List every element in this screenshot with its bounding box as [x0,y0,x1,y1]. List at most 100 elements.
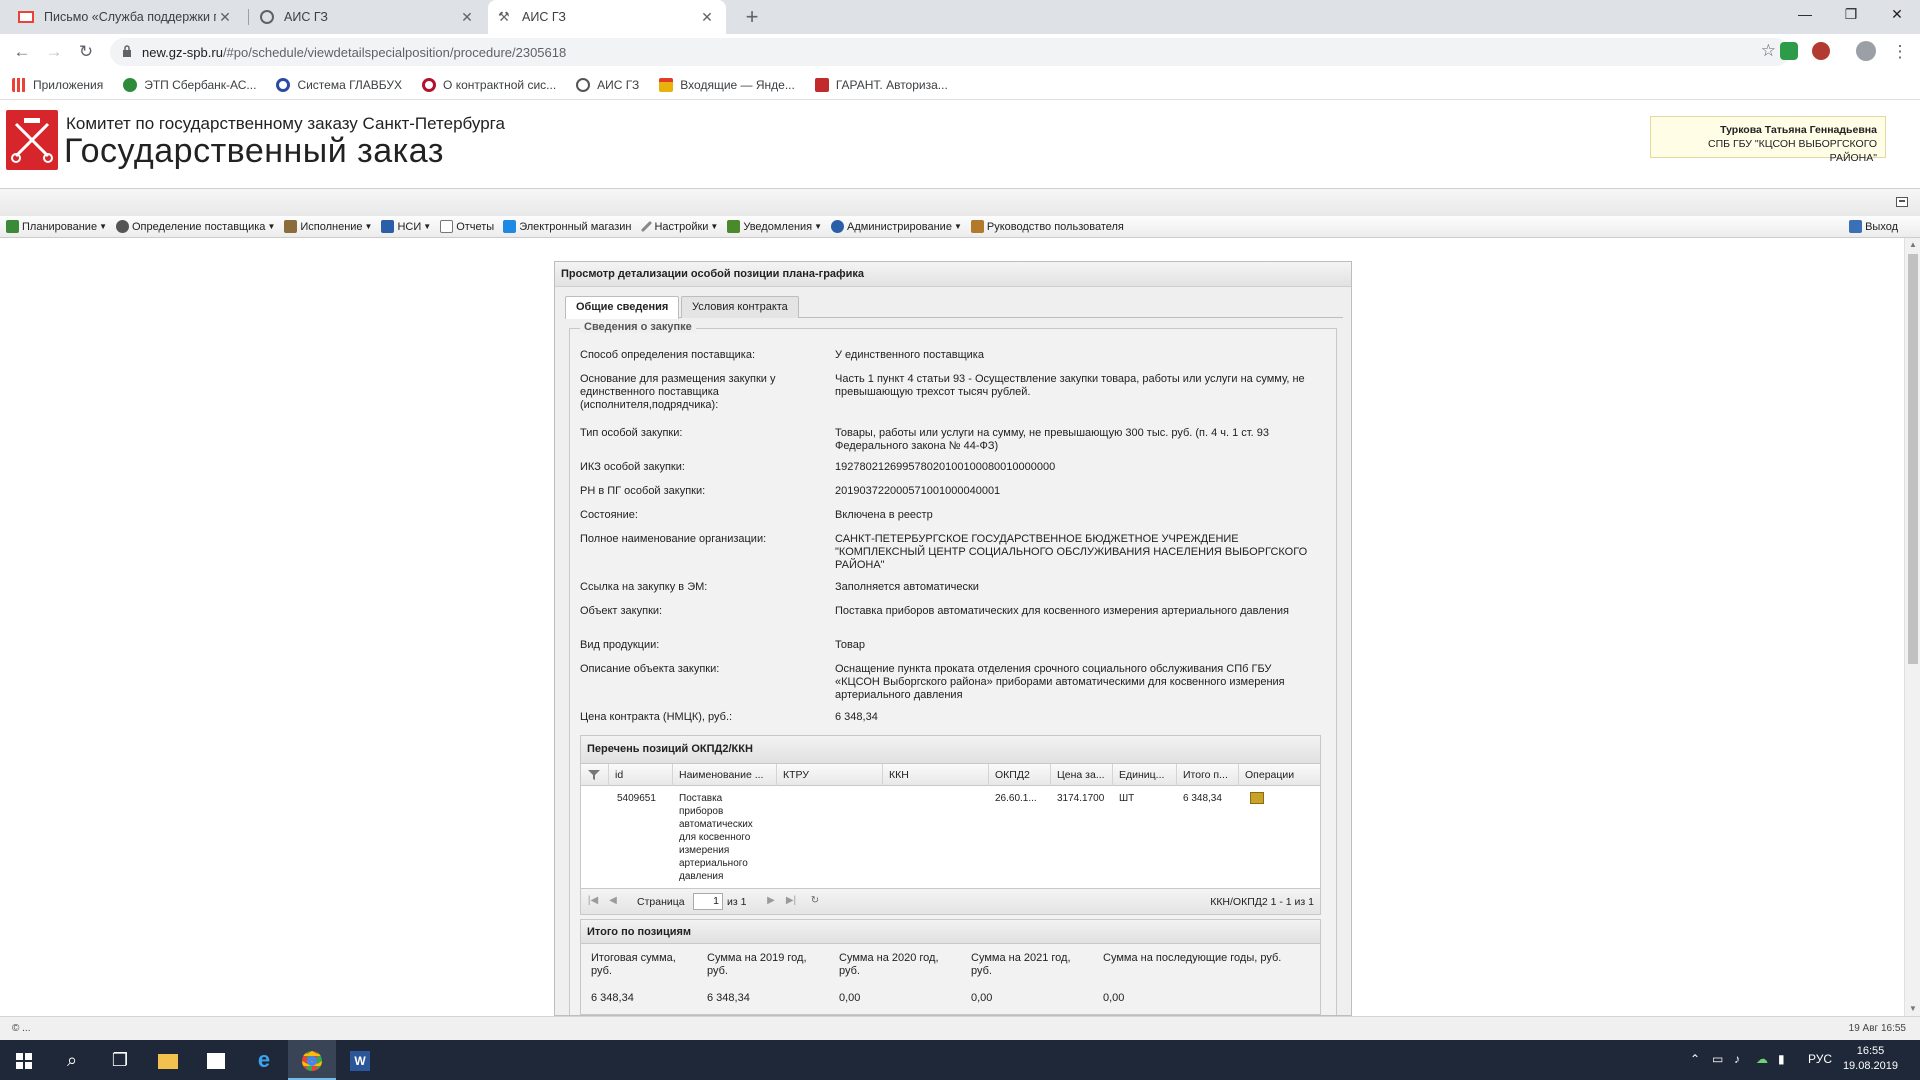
column-header-id[interactable]: id [609,764,673,786]
minimize-button[interactable]: — [1782,0,1828,30]
execution-icon [284,220,298,233]
menu-user-guide[interactable]: Руководство пользователя [970,220,1124,233]
profile-avatar-icon[interactable] [1856,41,1876,61]
bookmark-garant[interactable]: ГАРАНТ. Авториза... [814,77,948,92]
cloud-sync-icon[interactable]: ☁ [1756,1052,1768,1066]
scroll-up-icon[interactable]: ▲ [1905,238,1920,252]
bookmark-contract-system[interactable]: О контрактной сис... [422,77,556,92]
file-explorer-icon[interactable] [144,1040,192,1080]
column-header-okpd2[interactable]: ОКПД2 [989,764,1051,786]
chrome-icon[interactable] [288,1040,336,1080]
close-icon[interactable]: ✕ [216,9,234,26]
caret-down-icon: ▼ [99,222,107,231]
field-value: 6 348,34 [835,711,878,723]
task-view-icon[interactable]: ❐ [96,1040,144,1080]
url-text: new.gz-spb.ru/#po/schedule/viewdetailspe… [142,45,566,60]
column-header-price[interactable]: Цена за... [1051,764,1113,786]
tab-title: АИС ГЗ [522,10,566,24]
menu-administration[interactable]: Администрирование ▼ [831,220,962,233]
column-header-ktru[interactable]: КТРУ [777,764,883,786]
refresh-icon[interactable]: ↻ [809,895,821,907]
battery-icon[interactable]: ▮ [1778,1052,1785,1066]
scrollbar-thumb[interactable] [1908,254,1918,664]
input-language[interactable]: РУС [1808,1052,1832,1066]
close-icon[interactable]: ✕ [698,9,716,26]
windows-start-icon[interactable] [0,1040,48,1080]
extension-icon[interactable] [1812,42,1830,60]
menu-label: Администрирование [847,220,952,233]
glavbukh-icon [276,77,291,92]
shield-extension-icon[interactable] [1780,42,1798,60]
tab-title: Письмо «Служба поддержки пол [44,10,216,24]
current-user-box[interactable]: Туркова Татьяна Геннадьевна СПБ ГБУ "КЦС… [1650,116,1886,164]
field-label: Полное наименование организации: [580,533,767,545]
page-info: ККН/ОКПД2 1 - 1 из 1 [1210,896,1314,908]
close-icon[interactable]: ✕ [458,9,476,26]
page-count: из 1 [727,896,747,908]
bookmark-ais-gz[interactable]: АИС ГЗ [576,77,639,92]
column-header-total[interactable]: Итого п... [1177,764,1239,786]
field-label: Ссылка на закупку в ЭМ: [580,581,708,593]
menu-e-shop[interactable]: Электронный магазин [503,220,631,233]
wrench-icon [641,220,653,233]
internet-explorer-icon[interactable]: e [240,1040,288,1080]
view-document-icon[interactable] [1250,792,1264,804]
volume-icon[interactable]: ♪ [1734,1052,1740,1066]
filter-icon[interactable] [581,764,609,786]
menu-reports[interactable]: Отчеты [440,220,494,233]
last-page-icon[interactable]: ▶| [785,895,797,907]
browser-tab-ais-1[interactable]: АИС ГЗ ✕ [250,0,486,34]
word-icon[interactable]: W [336,1040,384,1080]
bookmarks-bar: Приложения ЭТП Сбербанк-АС... Система ГЛ… [0,70,1920,100]
bookmark-label: ЭТП Сбербанк-АС... [144,77,257,92]
tab-general-info[interactable]: Общие сведения [565,296,680,319]
bookmark-apps[interactable]: Приложения [12,77,103,92]
new-tab-button[interactable]: + [738,4,766,30]
tray-chevron-icon[interactable]: ⌃ [1690,1052,1700,1066]
page-scrollbar[interactable]: ▲ ▼ [1904,238,1920,1016]
store-icon[interactable] [192,1040,240,1080]
menu-supplier-selection[interactable]: Определение поставщика ▼ [116,220,275,233]
browser-toolbar: ← → ↻ new.gz-spb.ru/#po/schedule/viewdet… [0,34,1920,70]
search-icon[interactable]: ⌕ [48,1040,96,1080]
column-header-unit[interactable]: Единиц... [1113,764,1177,786]
menu-label: Настройки [654,220,709,233]
menu-dots-icon[interactable]: ⋮ [1888,40,1912,64]
maximize-button[interactable]: ❐ [1828,0,1874,30]
menu-label: Руководство пользователя [986,220,1124,233]
logout-button[interactable]: Выход [1849,220,1898,233]
sum-2019-label: Сумма на 2019 год, руб. [707,952,807,977]
tab-contract-terms[interactable]: Условия контракта [681,296,799,318]
bookmark-sberbank[interactable]: ЭТП Сбербанк-АС... [123,77,257,92]
system-clock[interactable]: 16:55 19.08.2019 [1843,1044,1898,1074]
menu-nsi[interactable]: НСИ ▼ [381,220,431,233]
menu-label: Определение поставщика [132,220,266,233]
scroll-down-icon[interactable]: ▼ [1905,1002,1920,1016]
menu-notifications[interactable]: Уведомления ▼ [727,220,822,233]
column-header-name[interactable]: Наименование ... [673,764,777,786]
envelope-icon [727,220,741,233]
back-button[interactable]: ← [10,40,34,64]
forward-button[interactable]: → [42,40,66,64]
menu-settings[interactable]: Настройки ▼ [640,220,718,233]
browser-tab-mail[interactable]: Письмо «Служба поддержки пол ✕ [8,0,244,34]
apps-grid-icon [12,77,26,92]
close-window-button[interactable]: ✕ [1874,0,1920,30]
bookmark-yandex-mail[interactable]: Входящие — Яндe... [659,77,795,92]
collapse-header-button[interactable] [1896,197,1908,207]
totals-title: Итого по позициям [581,920,1320,944]
reload-button[interactable]: ↻ [74,40,98,64]
network-icon[interactable]: ▭ [1712,1052,1723,1066]
first-page-icon[interactable]: |◀ [587,895,599,907]
bookmark-star-icon[interactable]: ☆ [1761,41,1776,61]
field-value: Часть 1 пункт 4 статьи 93 - Осуществлени… [835,373,1305,398]
address-bar[interactable]: new.gz-spb.ru/#po/schedule/viewdetailspe… [110,38,1790,66]
menu-execution[interactable]: Исполнение ▼ [284,220,372,233]
column-header-kkn[interactable]: ККН [883,764,989,786]
bookmark-glavbukh[interactable]: Система ГЛАВБУХ [276,77,402,92]
prev-page-icon[interactable]: ◀ [607,895,619,907]
page-number-input[interactable]: 1 [693,893,723,910]
next-page-icon[interactable]: ▶ [765,895,777,907]
browser-tab-ais-active[interactable]: ⚒ АИС ГЗ ✕ [488,0,726,34]
menu-planning[interactable]: Планирование ▼ [6,220,107,233]
